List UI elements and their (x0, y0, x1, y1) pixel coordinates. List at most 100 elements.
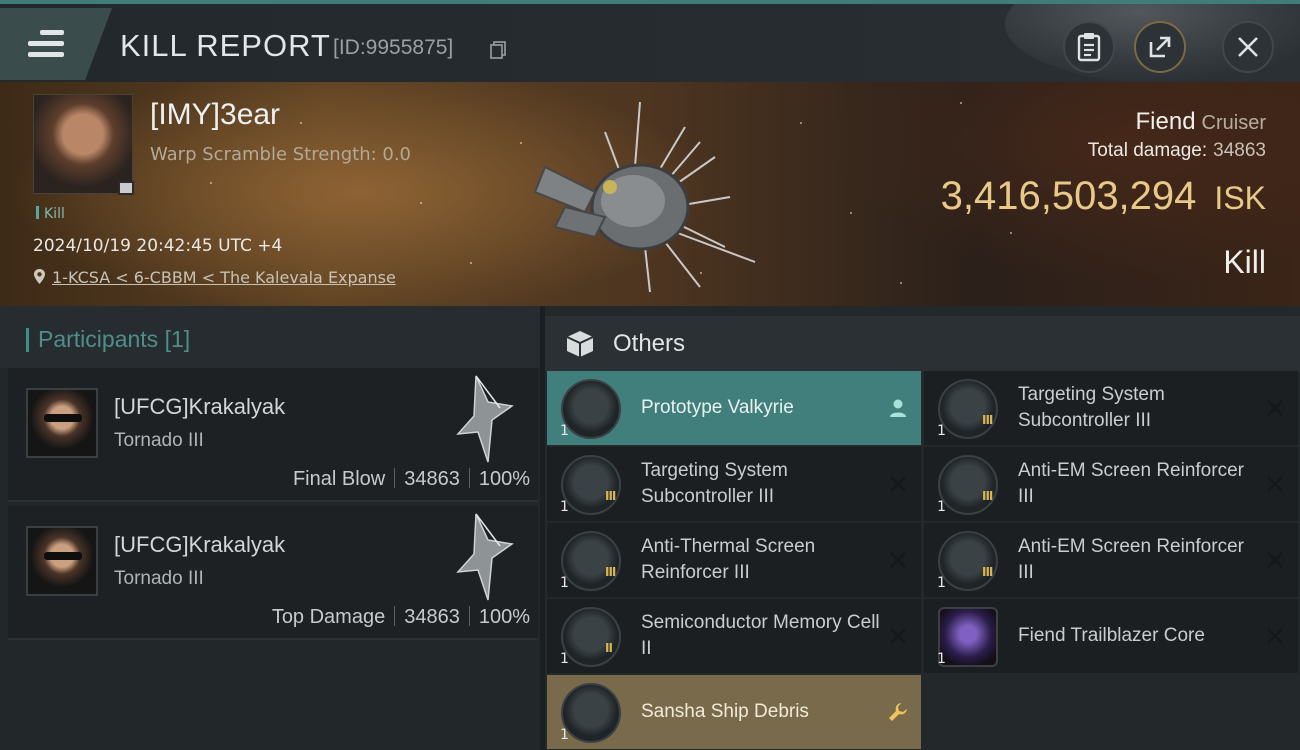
close-icon[interactable] (1264, 473, 1286, 495)
participant-damage: 34863 (404, 468, 460, 490)
item-quantity: 1 (937, 651, 946, 667)
person-icon[interactable] (887, 397, 909, 419)
valkyrie-drone-icon (561, 379, 621, 439)
item-quantity: 1 (560, 651, 569, 667)
participant-ship-icon (456, 375, 514, 463)
item-name: Anti-EM Screen Reinforcer III (1018, 536, 1244, 583)
item-tier: III (605, 565, 616, 579)
close-icon[interactable] (1264, 397, 1286, 419)
isk-unit: ISK (1214, 180, 1266, 216)
participant-stats: Top Damage 34863 100% (272, 606, 530, 629)
participant-damage: 34863 (404, 606, 460, 628)
trailblazer-core-icon (938, 607, 998, 667)
others-title: Others (613, 330, 686, 357)
item-quantity: 1 (560, 499, 569, 515)
total-damage-value: 34863 (1213, 140, 1266, 161)
close-icon (1238, 37, 1258, 57)
location-link[interactable]: 1-KCSA < 6-CBBM < The Kalevala Expanse (52, 268, 396, 287)
kill-tag: Kill (36, 206, 65, 222)
item-name: Targeting System Subcontroller III (1018, 384, 1165, 431)
participant-name[interactable]: [UFCG]Krakalyak (114, 394, 285, 420)
corp-badge-icon (118, 181, 134, 195)
item-name: Targeting System Subcontroller III (641, 460, 788, 507)
item-name: Sansha Ship Debris (641, 701, 809, 722)
participant-role: Top Damage (271, 606, 386, 628)
participants-header: Participants [1] (0, 306, 540, 368)
item-tier: II (605, 641, 613, 655)
close-icon[interactable] (1264, 549, 1286, 571)
participants-title: Participants [1] (25, 326, 191, 353)
clipboard-icon (1077, 33, 1101, 62)
participant-percent: 100% (478, 468, 530, 490)
item-quantity: 1 (937, 423, 946, 439)
menu-button[interactable] (0, 8, 112, 80)
module-icon (561, 607, 621, 667)
close-icon[interactable] (1264, 625, 1286, 647)
participant-percent: 100% (478, 606, 530, 628)
kill-location[interactable]: 1-KCSA < 6-CBBM < The Kalevala Expanse (33, 268, 396, 287)
loot-item[interactable]: 1 Sansha Ship Debris (547, 675, 921, 749)
victim-name[interactable]: [IMY]3ear (150, 98, 280, 132)
share-icon (1149, 36, 1171, 58)
menu-icon (28, 30, 64, 63)
warp-scramble-strength: Warp Scramble Strength: 0.0 (150, 144, 412, 165)
others-header: Others (545, 316, 1300, 372)
kill-banner: [IMY]3ear Warp Scramble Strength: 0.0 Ki… (0, 82, 1300, 306)
others-panel: Others 1 Prototype Valkyrie 1 III Target… (545, 306, 1300, 750)
participant-avatar[interactable] (26, 388, 98, 458)
close-icon[interactable] (887, 549, 909, 571)
shield-module-icon (938, 531, 998, 591)
close-button[interactable] (1222, 21, 1274, 73)
item-tier: III (982, 565, 993, 579)
item-name: Semiconductor Memory Cell II (641, 612, 880, 659)
close-icon[interactable] (887, 473, 909, 495)
loot-item[interactable]: 1 Fiend Trailblazer Core (924, 599, 1298, 673)
participant-ship-icon (456, 513, 514, 601)
loot-item[interactable]: 1 III Anti-Thermal Screen Reinforcer III (547, 523, 921, 597)
shield-module-icon (561, 531, 621, 591)
cube-icon (566, 331, 594, 357)
participant-row[interactable]: [UFCG]Krakalyak Tornado III Final Blow 34… (8, 368, 538, 502)
participants-count: [1] (164, 326, 191, 352)
victim-portrait[interactable] (33, 94, 134, 195)
item-quantity: 1 (560, 575, 569, 591)
item-name: Anti-EM Screen Reinforcer III (1018, 460, 1244, 507)
loot-item[interactable]: 1 Prototype Valkyrie (547, 371, 921, 445)
victim-ship-class: Cruiser (1201, 112, 1266, 134)
item-quantity: 1 (560, 423, 569, 439)
participant-name[interactable]: [UFCG]Krakalyak (114, 532, 285, 558)
item-tier: III (982, 489, 993, 503)
loot-item[interactable]: 1 III Targeting System Subcontroller III (547, 447, 921, 521)
copy-icon[interactable] (490, 41, 506, 59)
loot-item[interactable]: 1 III Anti-EM Screen Reinforcer III (924, 523, 1298, 597)
share-button[interactable] (1134, 21, 1186, 73)
close-icon[interactable] (887, 625, 909, 647)
participant-ship: Tornado III (114, 430, 204, 451)
wrench-icon[interactable] (887, 701, 909, 723)
module-icon (561, 455, 621, 515)
participant-role: Final Blow (292, 468, 386, 490)
victim-ship-name[interactable]: Fiend Cruiser (1136, 108, 1267, 136)
header-bar: KILL REPORT [ID:9955875] (0, 4, 1300, 82)
item-quantity: 1 (560, 727, 569, 743)
ship-debris-icon (561, 683, 621, 743)
participant-avatar[interactable] (26, 526, 98, 596)
participant-row[interactable]: [UFCG]Krakalyak Tornado III Top Damage 34… (8, 506, 538, 640)
item-quantity: 1 (937, 499, 946, 515)
item-tier: III (982, 413, 993, 427)
shield-module-icon (938, 455, 998, 515)
kill-id: [ID:9955875] (333, 36, 454, 59)
loot-item[interactable]: 1 III Targeting System Subcontroller III (924, 371, 1298, 445)
victim-ship-image[interactable] (525, 97, 765, 297)
item-name: Prototype Valkyrie (641, 397, 794, 418)
loot-item[interactable]: 1 II Semiconductor Memory Cell II (547, 599, 921, 673)
loot-item[interactable]: 1 III Anti-EM Screen Reinforcer III (924, 447, 1298, 521)
kill-datetime: 2024/10/19 20:42:45 UTC +4 (33, 236, 283, 256)
item-name: Fiend Trailblazer Core (1018, 625, 1205, 646)
kill-result: Kill (1223, 244, 1266, 280)
item-tier: III (605, 489, 616, 503)
clipboard-button[interactable] (1063, 21, 1115, 73)
location-pin-icon (34, 269, 45, 284)
isk-value: 3,416,503,294 ISK (940, 174, 1266, 218)
item-name: Anti-Thermal Screen Reinforcer III (641, 536, 816, 583)
